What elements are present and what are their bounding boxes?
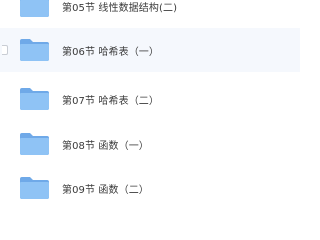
list-item[interactable]: 第07节 哈希表（二） bbox=[0, 77, 300, 121]
selection-checkbox[interactable] bbox=[2, 45, 8, 55]
folder-name: 第09节 函数（二） bbox=[62, 184, 149, 196]
folder-icon bbox=[19, 132, 50, 156]
folder-name: 第06节 哈希表（一） bbox=[62, 46, 160, 58]
folder-icon bbox=[19, 0, 50, 18]
list-item[interactable]: 第05节 线性数据结构(二) bbox=[0, 0, 300, 28]
list-item[interactable]: 第08节 函数（一） bbox=[0, 122, 300, 166]
list-item[interactable]: 第06节 哈希表（一） bbox=[0, 28, 300, 72]
folder-name: 第08节 函数（一） bbox=[62, 140, 149, 152]
folder-icon bbox=[19, 176, 50, 200]
list-item[interactable]: 第09节 函数（二） bbox=[0, 166, 300, 210]
file-list: 第05节 线性数据结构(二) 第06节 哈希表（一） 第07节 哈希表（二） 第… bbox=[0, 0, 300, 200]
folder-name: 第07节 哈希表（二） bbox=[62, 95, 160, 107]
folder-name: 第05节 线性数据结构(二) bbox=[62, 2, 178, 14]
folder-icon bbox=[19, 87, 50, 111]
folder-icon bbox=[19, 38, 50, 62]
